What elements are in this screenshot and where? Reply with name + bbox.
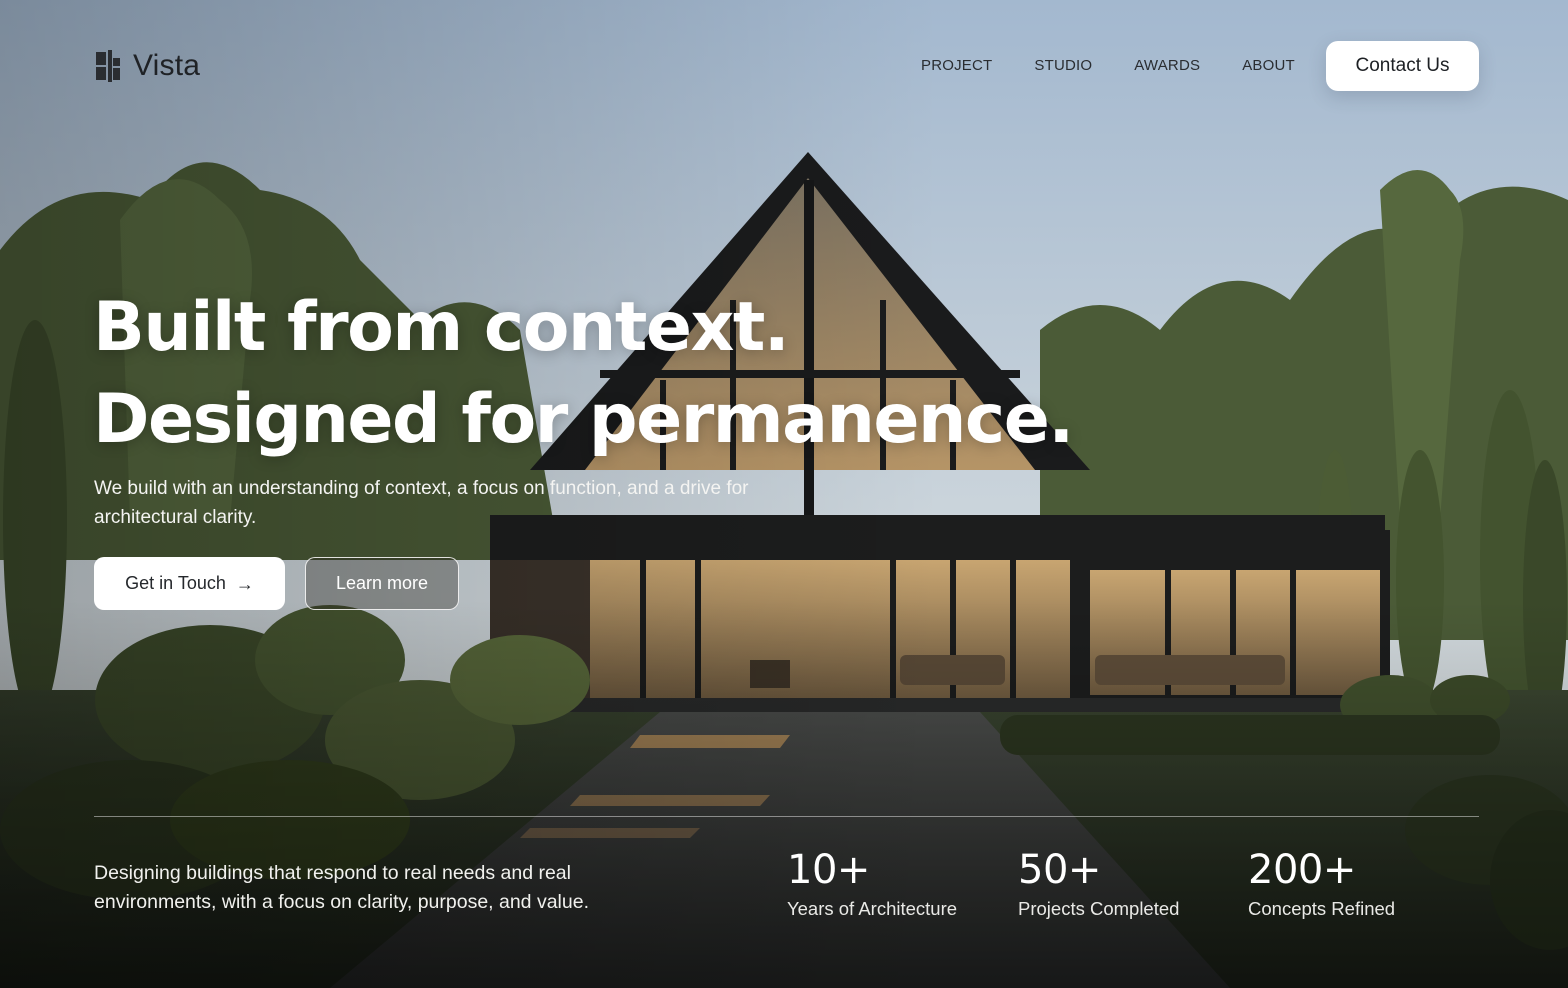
stat-years: 10+ Years of Architecture — [787, 846, 957, 920]
building-logo-icon — [96, 50, 120, 82]
contact-us-button[interactable]: Contact Us — [1326, 41, 1479, 91]
learn-more-button[interactable]: Learn more — [305, 557, 459, 610]
stat-label: Years of Architecture — [787, 898, 958, 919]
nav-link-project[interactable]: PROJECT — [921, 57, 992, 74]
nav-link-studio[interactable]: STUDIO — [1034, 57, 1092, 74]
hero-subtitle: We build with an understanding of contex… — [94, 478, 749, 528]
stat-label: Concepts Refined — [1248, 898, 1396, 919]
stat-projects: 50+ Projects Completed — [1018, 846, 1179, 920]
brand-logo[interactable]: Vista — [95, 49, 200, 83]
landing-page: Vista PROJECT STUDIO AWARDS ABOUT Contac… — [0, 0, 1568, 988]
tagline-text: Designing buildings that respond to real… — [94, 862, 589, 913]
stat-value: 50+ — [1018, 847, 1101, 893]
stat-value: 200+ — [1248, 847, 1356, 893]
hero-headline: Built from context. Designed for permane… — [93, 282, 1074, 466]
headline-line-2: Designed for permanence. — [93, 380, 1074, 459]
headline-line-1: Built from context. — [93, 288, 790, 367]
stat-concepts: 200+ Concepts Refined — [1248, 846, 1395, 920]
nav-link-awards[interactable]: AWARDS — [1134, 57, 1200, 74]
brand-name: Vista — [133, 49, 201, 82]
get-in-touch-button[interactable]: Get in Touch → — [94, 557, 285, 610]
get-in-touch-label: Get in Touch — [125, 573, 226, 593]
arrow-right-icon: → — [235, 573, 254, 594]
section-divider — [94, 816, 1479, 817]
stat-value: 10+ — [787, 847, 870, 893]
nav-link-about[interactable]: ABOUT — [1242, 57, 1295, 74]
stat-label: Projects Completed — [1018, 898, 1180, 919]
main-nav: PROJECT STUDIO AWARDS ABOUT — [921, 57, 1337, 74]
